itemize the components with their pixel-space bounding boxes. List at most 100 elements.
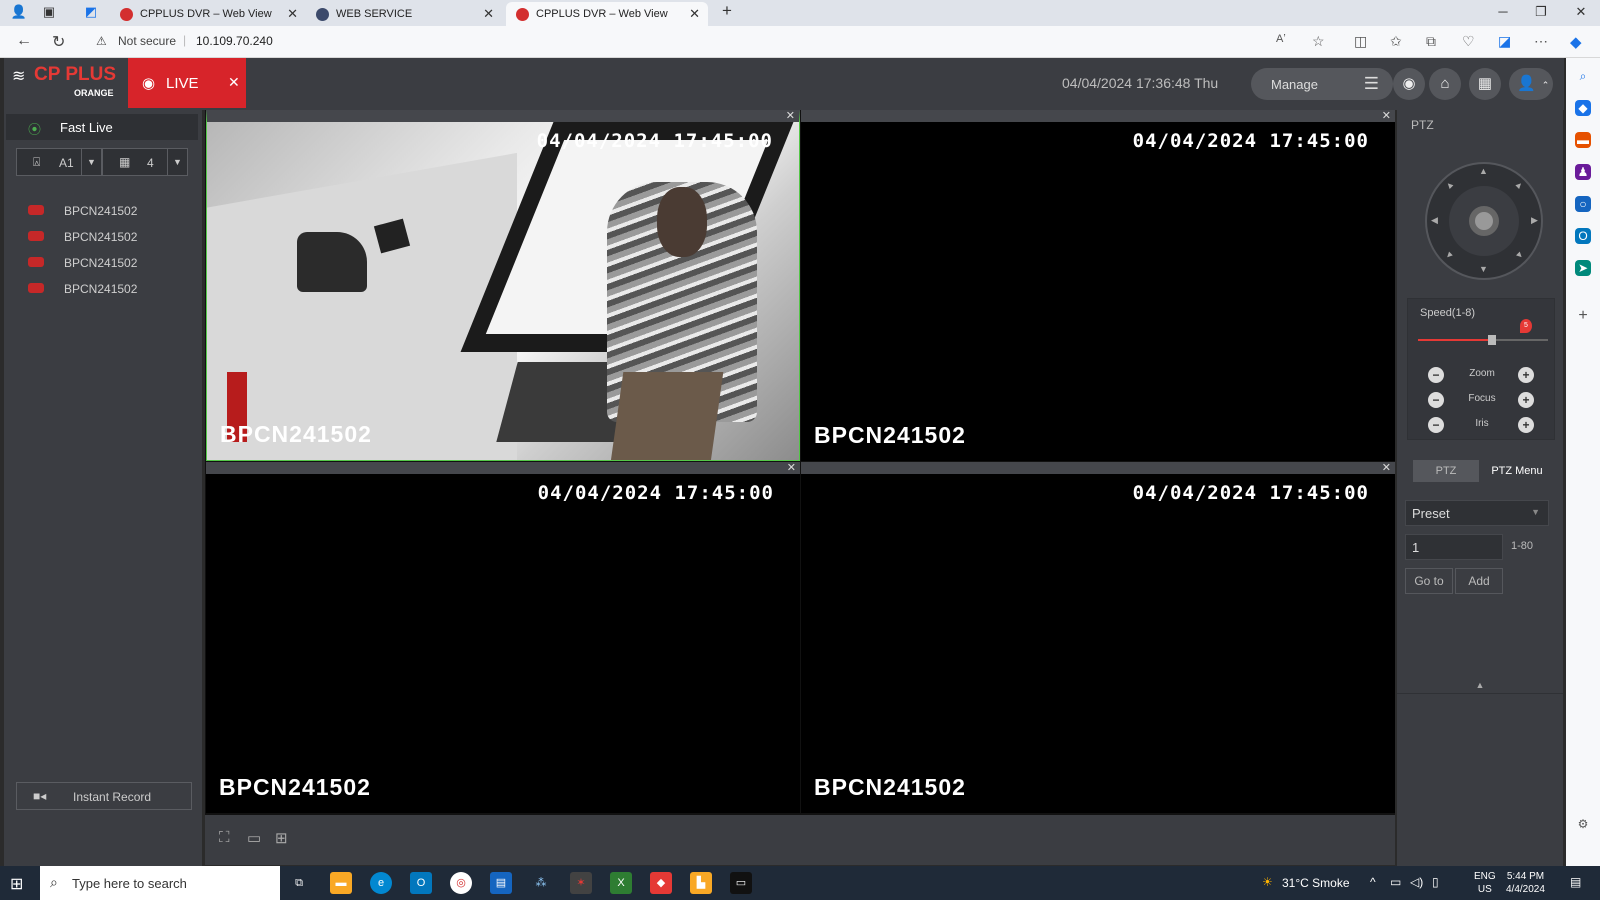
restore-icon[interactable]: ❐ [1526, 4, 1556, 20]
excel-icon[interactable]: X [610, 872, 632, 894]
browser-essentials-icon[interactable]: ♡ [1462, 33, 1475, 50]
tab-ptz-menu[interactable]: PTZ Menu [1481, 460, 1553, 482]
games-icon[interactable]: ♟ [1575, 164, 1591, 180]
focus-minus-button[interactable]: − [1428, 392, 1444, 408]
favorites-icon[interactable]: ✩ [1390, 33, 1402, 50]
profile-icon[interactable]: 👤 [4, 4, 34, 20]
minimize-icon[interactable]: ─ [1488, 4, 1518, 19]
iris-minus-button[interactable]: − [1428, 417, 1444, 433]
battery-icon[interactable]: ▯ [1432, 875, 1439, 889]
preset-number-input[interactable]: 1 [1405, 534, 1503, 560]
tab-ptz[interactable]: PTZ [1413, 460, 1479, 482]
pane-close-icon[interactable]: ✕ [1382, 461, 1391, 474]
app-icon[interactable]: ⁂ [530, 872, 552, 894]
browser-tab-cpplus-2[interactable]: CPPLUS DVR – Web View ✕ [506, 2, 708, 26]
home-icon[interactable]: ⌂ [1429, 68, 1461, 100]
network-icon[interactable]: ▭ [1390, 875, 1401, 889]
store-icon[interactable]: ▤ [490, 872, 512, 894]
browser-tab-cpplus-1[interactable]: CPPLUS DVR – Web View ✕ [110, 2, 306, 26]
speed-slider-thumb[interactable] [1488, 335, 1497, 345]
settings-gear-icon[interactable]: ⚙ [1575, 816, 1591, 832]
more-menu-icon[interactable]: ⋯ [1534, 33, 1548, 50]
edge-icon[interactable]: e [370, 872, 392, 894]
outlook-icon[interactable]: O [410, 872, 432, 894]
preset-add-button[interactable]: Add [1455, 568, 1503, 594]
arrow-up-left-icon[interactable]: ▲ [1443, 178, 1456, 191]
read-aloud-icon[interactable]: Aʼ [1276, 33, 1286, 45]
arrow-down-right-icon[interactable]: ▼ [1513, 248, 1526, 261]
video-pane-4[interactable]: ✕ 04/04/2024 17:45:00 BPCN241502 [801, 462, 1395, 813]
search-icon[interactable]: ⌕ [1575, 68, 1591, 84]
focus-plus-button[interactable]: + [1518, 392, 1534, 408]
arrow-left-icon[interactable]: ◀ [1431, 215, 1438, 226]
tools-icon[interactable]: ▬ [1575, 132, 1591, 148]
send-icon[interactable]: ➤ [1575, 260, 1591, 276]
zoom-in-button[interactable]: + [1518, 367, 1534, 383]
arrow-down-icon[interactable]: ▼ [1479, 264, 1488, 274]
browser-tab-web-service[interactable]: WEB SERVICE ✕ [306, 2, 502, 26]
preset-select[interactable]: Preset ▼ [1405, 500, 1549, 526]
pane-close-icon[interactable]: ✕ [1382, 109, 1391, 122]
live-view-eye-icon[interactable]: ◉ [1393, 68, 1425, 100]
iris-plus-button[interactable]: + [1518, 417, 1534, 433]
extensions-icon[interactable]: ◪ [1498, 33, 1511, 50]
video-pane-1[interactable]: ✕ 04/04/2024 17:45:00 BPCN241502 [206, 110, 800, 461]
collections-icon[interactable]: ⧉ [1426, 33, 1436, 50]
copilot-icon[interactable]: ◆ [1570, 33, 1582, 51]
notifications-icon[interactable]: ▤ [1570, 875, 1581, 889]
volume-icon[interactable]: ◁) [1410, 875, 1423, 889]
file-explorer-icon[interactable]: ▬ [330, 872, 352, 894]
collapse-arrow-icon[interactable]: ▲ [1397, 680, 1563, 694]
arrow-up-icon[interactable]: ▲ [1479, 166, 1488, 176]
chevron-down-icon[interactable]: ▼ [81, 149, 101, 175]
close-window-icon[interactable]: ✕ [1566, 4, 1596, 20]
shopping-icon[interactable]: ◆ [1575, 100, 1591, 116]
task-view-icon[interactable]: ⧉ [288, 872, 310, 894]
zoom-out-button[interactable]: − [1428, 367, 1444, 383]
windows-start-icon[interactable]: ⊞ [10, 874, 23, 894]
dpad-center-button[interactable] [1469, 206, 1499, 236]
live-tab[interactable]: ◉ LIVE ✕ [128, 58, 246, 108]
terminal-icon[interactable]: ▭ [730, 872, 752, 894]
weather-text[interactable]: 31°C Smoke [1282, 876, 1350, 890]
arrow-right-icon[interactable]: ▶ [1531, 215, 1538, 226]
microsoft365-icon[interactable]: ○ [1575, 196, 1591, 212]
tab-actions-icon[interactable]: ▣ [34, 4, 64, 20]
single-view-icon[interactable]: ▭ [247, 829, 261, 847]
anydesk-icon[interactable]: ◆ [650, 872, 672, 894]
app-icon[interactable]: ✶ [570, 872, 592, 894]
tab-close-icon[interactable]: ✕ [483, 6, 494, 22]
security-label[interactable]: Not secure [118, 34, 176, 48]
new-tab-icon[interactable]: + [712, 1, 742, 21]
tab-close-icon[interactable]: ✕ [689, 6, 700, 22]
user-menu-icon[interactable]: 👤 ⌃ [1509, 68, 1553, 100]
arrow-down-left-icon[interactable]: ▼ [1443, 248, 1456, 261]
pane-close-icon[interactable]: ✕ [787, 461, 796, 474]
split-screen-icon[interactable]: ◫ [1354, 33, 1367, 50]
manage-button[interactable]: Manage ☰ [1251, 68, 1393, 100]
language-indicator[interactable]: ENG US [1474, 870, 1496, 896]
taskbar-clock[interactable]: 5:44 PM 4/4/2024 [1506, 870, 1545, 896]
live-tab-close-icon[interactable]: ✕ [228, 74, 240, 91]
layout-selector[interactable]: ▦ 4 ▼ [102, 148, 188, 176]
layout-grid-icon[interactable]: ▦ [1469, 68, 1501, 100]
taskbar-search[interactable]: ⌕ Type here to search [40, 866, 280, 900]
show-hidden-icons[interactable]: ^ [1370, 875, 1376, 889]
pane-close-icon[interactable]: ✕ [786, 109, 795, 122]
back-icon[interactable]: ← [16, 32, 32, 50]
arrow-up-right-icon[interactable]: ▲ [1513, 178, 1526, 191]
chevron-down-icon[interactable]: ▼ [167, 149, 187, 175]
fast-live-header[interactable]: ⦿ Fast Live [6, 114, 198, 140]
favorite-star-icon[interactable]: ☆ [1312, 33, 1325, 50]
add-icon[interactable]: + [1575, 308, 1591, 324]
refresh-icon[interactable]: ↻ [52, 32, 65, 52]
outlook-icon[interactable]: O [1575, 228, 1591, 244]
channel-selector[interactable]: ⍓ A1 ▼ [16, 148, 102, 176]
ptz-direction-pad[interactable]: ▲ ▼ ◀ ▶ ▲ ▲ ▼ ▼ [1425, 162, 1543, 280]
speed-slider[interactable] [1418, 335, 1548, 345]
preset-goto-button[interactable]: Go to [1405, 568, 1453, 594]
quad-view-icon[interactable]: ⊞ [275, 829, 288, 847]
instant-record-button[interactable]: ■◂ Instant Record [16, 782, 192, 810]
url-field[interactable]: 10.109.70.240 [196, 34, 273, 48]
video-pane-2[interactable]: ✕ 04/04/2024 17:45:00 BPCN241502 [801, 110, 1395, 461]
